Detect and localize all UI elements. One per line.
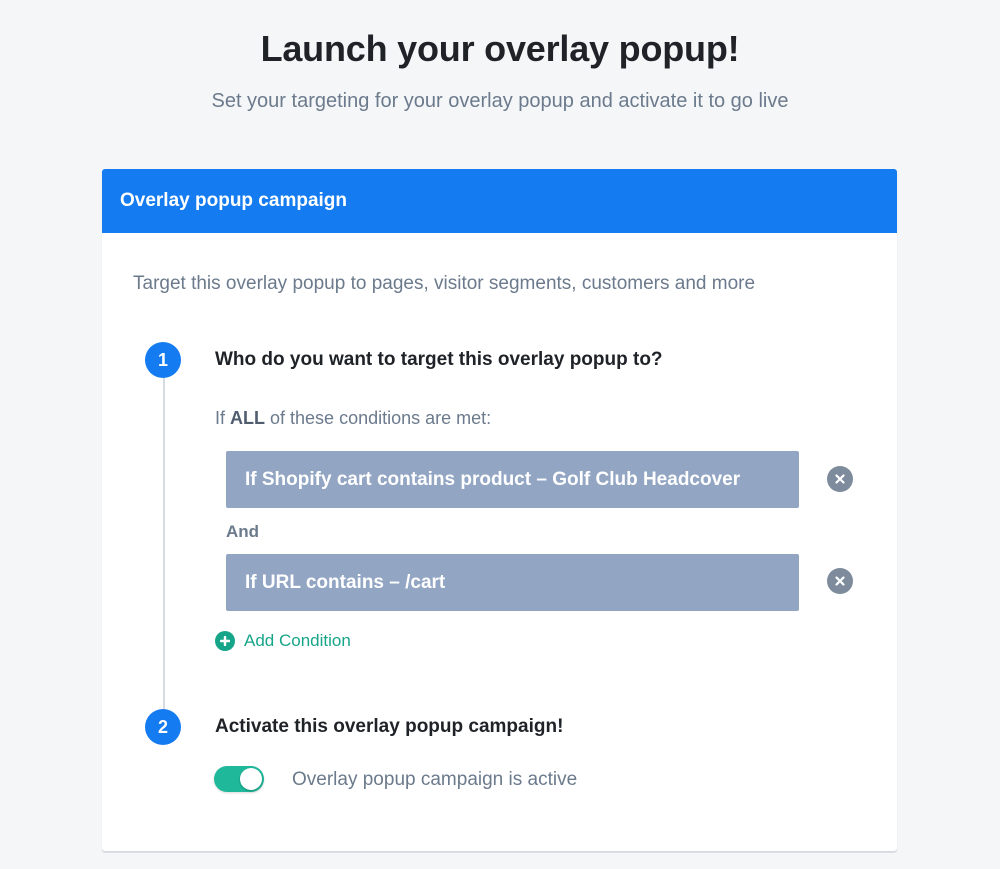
add-condition-button[interactable]: Add Condition bbox=[215, 631, 351, 651]
page-title: Launch your overlay popup! bbox=[260, 28, 740, 69]
campaign-card: Overlay popup campaign Target this overl… bbox=[102, 169, 897, 851]
add-condition-label: Add Condition bbox=[244, 631, 351, 650]
condition-joiner-and: And bbox=[226, 522, 260, 541]
card-intro: Target this overlay popup to pages, visi… bbox=[133, 273, 756, 294]
remove-condition-button[interactable] bbox=[827, 568, 853, 594]
campaign-active-toggle[interactable] bbox=[214, 766, 264, 792]
step-2-title: Activate this overlay popup campaign! bbox=[215, 716, 564, 737]
condition-intro: If ALL of these conditions are met: bbox=[215, 408, 491, 429]
condition-intro-prefix: If bbox=[215, 408, 231, 428]
step-connector-line bbox=[163, 364, 165, 724]
page-subtitle: Set your targeting for your overlay popu… bbox=[211, 90, 789, 112]
step-1-title: Who do you want to target this overlay p… bbox=[215, 349, 663, 370]
page: Launch your overlay popup! Set your targ… bbox=[0, 0, 1000, 869]
condition-intro-suffix: of these conditions are met: bbox=[265, 408, 492, 428]
condition-url-contains[interactable]: If URL contains – /cart bbox=[226, 554, 799, 611]
close-circle-icon bbox=[835, 576, 845, 586]
plus-circle-icon bbox=[215, 631, 235, 651]
condition-intro-all: ALL bbox=[230, 408, 266, 428]
remove-condition-button[interactable] bbox=[827, 466, 853, 492]
step-1-badge: 1 bbox=[145, 342, 181, 378]
condition-shopify-cart[interactable]: If Shopify cart contains product – Golf … bbox=[226, 451, 799, 508]
close-circle-icon bbox=[835, 474, 845, 484]
card-header: Overlay popup campaign bbox=[102, 169, 897, 233]
step-2-badge: 2 bbox=[145, 709, 181, 745]
toggle-label: Overlay popup campaign is active bbox=[292, 769, 578, 790]
toggle-knob bbox=[240, 768, 262, 790]
